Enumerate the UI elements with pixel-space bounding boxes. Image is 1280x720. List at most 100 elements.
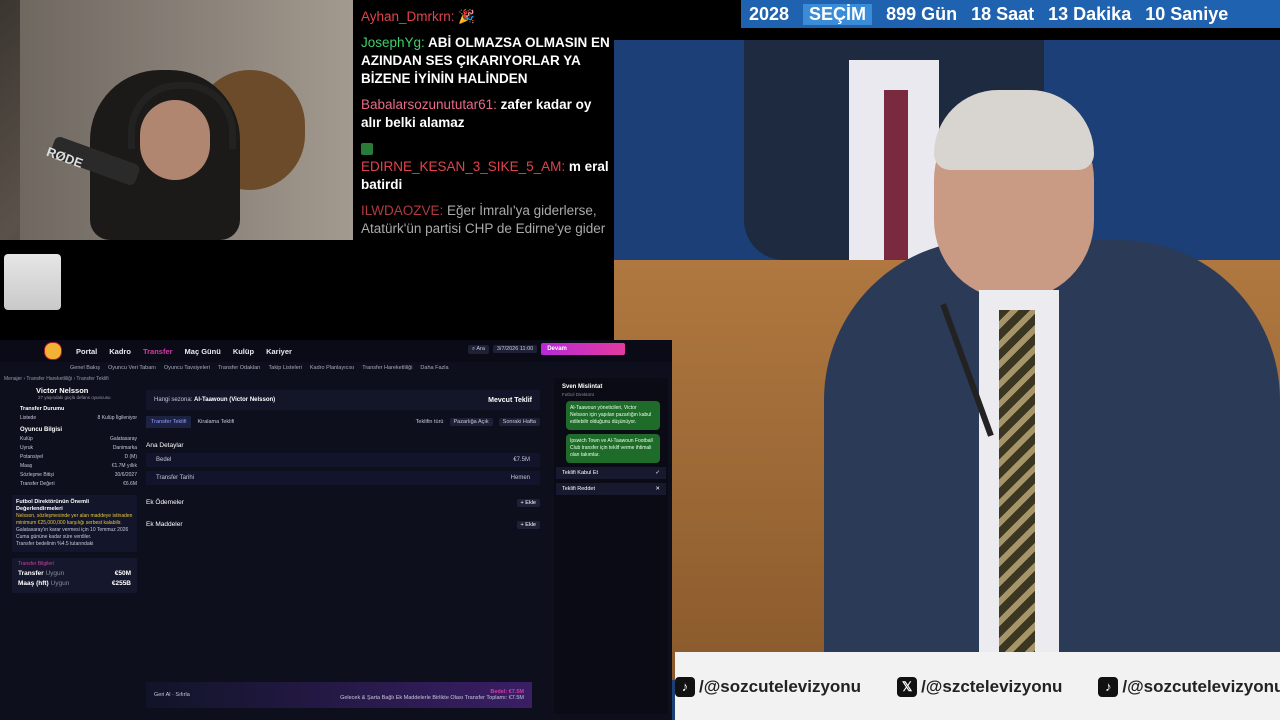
chat-message: EDIRNE_KESAN_3_SIKE_5_AM: m eral batirdi: [361, 140, 611, 194]
continue-button[interactable]: Devam: [541, 343, 626, 355]
transfer-info-box: Transfer Bilgileri Transfer Uygun €50M Ma…: [12, 558, 137, 593]
chat-username: JosephYg:: [361, 35, 425, 50]
webcam-feed: RØDE: [0, 0, 353, 240]
reject-offer-button[interactable]: Teklifi Reddet ✕: [556, 483, 666, 495]
chat-message: ILWDAOZVE: Eğer İmralı'ya giderlerse, At…: [361, 202, 611, 238]
offer-header: Hangi sezona: Al-Taawoun (Victor Nelsson…: [146, 390, 540, 410]
subnav: Genel Bakış Oyuncu Veri Tabanı Oyuncu Ta…: [0, 362, 672, 374]
timing-dropdown[interactable]: Sonraki Hafta: [498, 418, 540, 426]
subnav-item[interactable]: Kadro Planlayıcısı: [310, 365, 354, 371]
subnav-item[interactable]: Oyuncu Veri Tabanı: [108, 365, 156, 371]
offer-summary-bar: Geri Al · Sıfırla Bedel: €7.5M Gelecek & …: [146, 682, 532, 708]
breadcrumb: Menajer › Transfer Hareketliliği › Trans…: [4, 376, 109, 382]
chat-username: Babalarsozunututar61:: [361, 97, 497, 112]
speaker-tie: [999, 310, 1035, 680]
social-handle: ♪/@sozcutelevizyonu: [1098, 677, 1280, 697]
countdown-minutes: 13 Dakika: [1048, 3, 1132, 24]
club-logo-icon[interactable]: [44, 342, 62, 360]
add-button[interactable]: + Ekle: [516, 499, 540, 507]
glass-cup-image: [4, 254, 61, 310]
nav-kadro[interactable]: Kadro: [109, 347, 131, 356]
offer-title: Mevcut Teklif: [488, 396, 532, 404]
director-role: Futbol Direktörü: [562, 392, 595, 397]
reset-button[interactable]: Sıfırla: [175, 692, 189, 698]
tab-loan-offer[interactable]: Kiralama Teklifi: [197, 419, 234, 425]
advice-item: Transfer bedelinin %4.5 tutarındaki: [16, 541, 94, 547]
player-panel: Victor Nelsson 27 yaşındaki güçlü defans…: [12, 386, 137, 716]
countdown-label: SEÇİM: [803, 3, 873, 25]
check-icon: ✓: [655, 470, 660, 476]
social-handle: ♪/@sozcutelevizyonu: [675, 677, 861, 697]
subnav-item[interactable]: Takip Listeleri: [269, 365, 302, 371]
football-manager-window: Portal Kadro Transfer Maç Günü Kulüp Kar…: [0, 340, 672, 720]
info-row: Potansiyel D (M): [20, 454, 137, 460]
extra-clauses-section: Ek Maddeler + Ekle: [146, 521, 540, 529]
tiktok-icon: ♪: [675, 677, 695, 697]
chat-username: Ayhan_Dmrkrn:: [361, 9, 455, 24]
countdown-hours: 18 Saat: [971, 3, 1035, 24]
search-button[interactable]: ⌕ Ara: [468, 344, 489, 354]
player-name[interactable]: Victor Nelsson: [12, 386, 137, 395]
close-icon: ✕: [655, 486, 660, 492]
tab-transfer-offer[interactable]: Transfer Teklifi: [146, 416, 192, 428]
nav-mac-gunu[interactable]: Maç Günü: [185, 347, 221, 356]
subnav-item[interactable]: Daha Fazla: [420, 365, 448, 371]
social-handles-ticker: ♪/@sozcutelevizyonu 𝕏/@szctelevizyonu ♪ /…: [675, 672, 1280, 702]
countdown-seconds: 10 Saniye: [1145, 3, 1229, 24]
nav-kariyer[interactable]: Kariyer: [266, 347, 292, 356]
info-row: Maaş €1.7M yıllık: [20, 463, 137, 469]
date-line[interactable]: Transfer Tarihi Hemen: [146, 471, 540, 485]
chat-message: Babalarsozunututar61: zafer kadar oy alı…: [361, 96, 611, 132]
date-display: 3/7/2026 11:00: [492, 345, 538, 353]
advice-item: Nelsson, sözleşmesinde yer alan maddeye …: [16, 513, 133, 526]
nav-portal[interactable]: Portal: [76, 347, 97, 356]
info-title: Oyuncu Bilgisi: [20, 427, 63, 433]
extra-payments-section: Ek Ödemeler + Ekle: [146, 499, 540, 507]
chat-panel: Ayhan_Dmrkrn: 🎉 JosephYg: ABİ OLMAZSA OL…: [361, 8, 611, 246]
subnav-item[interactable]: Oyuncu Tavsiyeleri: [164, 365, 210, 371]
info-row: Transfer Değeri €6.6M: [20, 481, 137, 487]
undo-button[interactable]: Geri Al: [154, 692, 171, 698]
x-icon: 𝕏: [897, 677, 918, 697]
countdown-year: 2028: [749, 3, 790, 24]
add-button[interactable]: + Ekle: [516, 521, 540, 529]
subnav-item[interactable]: Transfer Hareketliliği: [362, 365, 412, 371]
director-panel: Sven Mislintat Futbol Direktörü Al-Taawo…: [554, 378, 668, 714]
offer-tabs: Transfer Teklifi Kiralama Teklifi Teklif…: [146, 416, 540, 428]
chat-message: Ayhan_Dmrkrn: 🎉: [361, 9, 476, 24]
background-tie: [884, 90, 908, 260]
negotiation-dropdown[interactable]: Pazarlığa Açık: [449, 418, 493, 426]
check-emoji-icon: [361, 143, 373, 156]
director-message: Ipswich Town ve Al-Taawoun Football Club…: [566, 434, 660, 463]
fee-row: Maaş (hft) Uygun €255B: [18, 580, 131, 587]
tv-broadcast-video: [614, 40, 1280, 720]
advice-item: Galatasaray'ın karar vermesi için 10 Tem…: [16, 527, 129, 540]
bottom-total: Gelecek & Şarta Bağlı Ek Maddelerle Birl…: [340, 695, 524, 701]
chat-message: JosephYg: ABİ OLMAZSA OLMASIN EN AZINDAN…: [361, 34, 611, 88]
fee-row: Transfer Uygun €50M: [18, 570, 131, 577]
director-advice: Futbol Direktörünün Önemli Değerlendirme…: [12, 495, 137, 552]
info-row: Sözleşme Bitişi 30/6/2027: [20, 472, 137, 478]
player-subtitle: 27 yaşındaki güçlü defans oyuncusu: [38, 395, 111, 400]
nav-kulup[interactable]: Kulüp: [233, 347, 254, 356]
chat-username: EDIRNE_KESAN_3_SIKE_5_AM:: [361, 159, 566, 174]
social-handle: 𝕏/@szctelevizyonu: [897, 677, 1062, 697]
status-title: Transfer Durumu: [20, 406, 65, 412]
subnav-item[interactable]: Genel Bakış: [70, 365, 100, 371]
fee-line[interactable]: Bedel €7.5M: [146, 453, 540, 467]
main-details-title: Ana Detaylar: [146, 442, 184, 449]
accept-offer-button[interactable]: Teklifi Kabul Et ✓: [556, 467, 666, 479]
status-row: Listede 8 Kulüp İlgileniyor: [20, 415, 137, 421]
chat-username: ILWDAOZVE:: [361, 203, 444, 218]
terms-label: Teklifin türü: [415, 419, 444, 425]
topbar-right: ⌕ Ara 3/7/2026 11:00 Devam: [468, 343, 626, 355]
subnav-item[interactable]: Transfer Odakları: [218, 365, 261, 371]
election-countdown-bar: 2028 SEÇİM 899 Gün 18 Saat 13 Dakika 10 …: [741, 0, 1280, 28]
director-message: Al-Taawoun yöneticileri, Victor Nelsson …: [566, 401, 660, 430]
info-row: Kulüp Galatasaray: [20, 436, 137, 442]
countdown-days: 899 Gün: [886, 3, 958, 24]
info-row: Uyruk Danimarka: [20, 445, 137, 451]
offer-panel: Hangi sezona: Al-Taawoun (Victor Nelsson…: [146, 390, 540, 710]
nav-transfer[interactable]: Transfer: [143, 347, 173, 356]
tiktok-icon: ♪: [1098, 677, 1119, 697]
